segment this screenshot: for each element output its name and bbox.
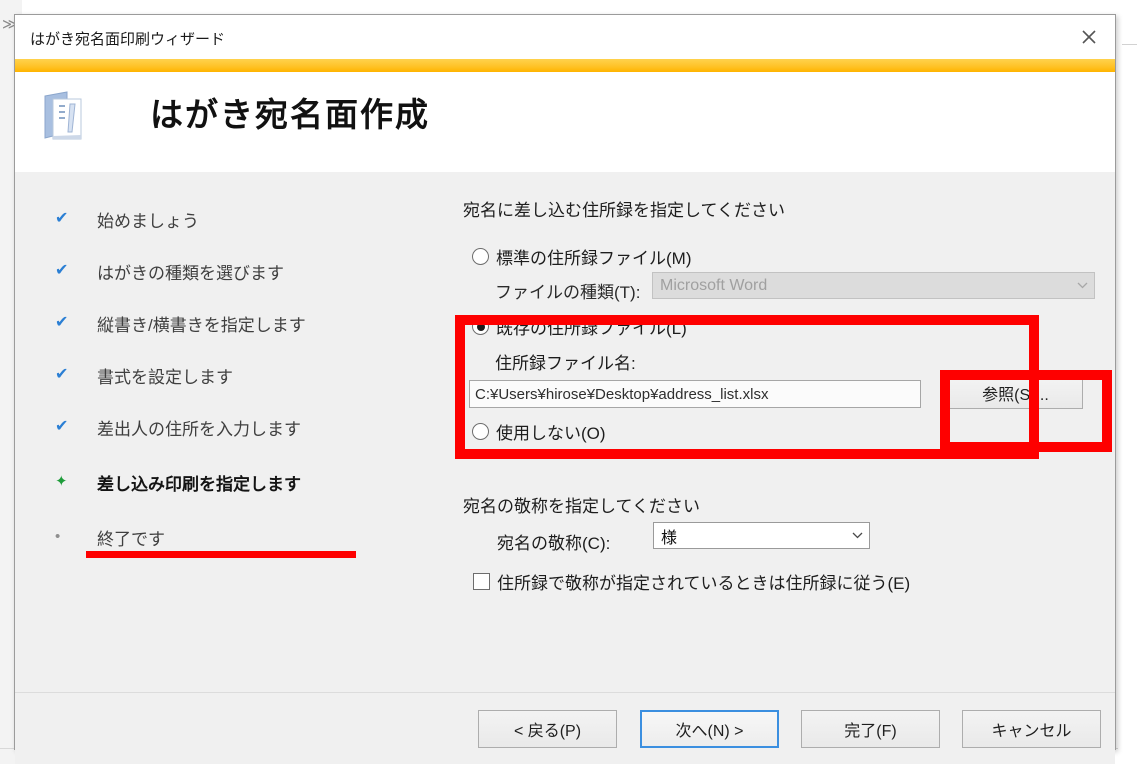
file-type-dropdown[interactable]: Microsoft Word (652, 272, 1095, 299)
postcard-address-wizard-dialog: はがき宛名面印刷ウィザード はがき宛名面作成 ✔ 始めましょう ✔ はがきの種類… (14, 14, 1116, 764)
check-icon: ✔ (55, 314, 69, 331)
sidebar-step-label: 縦書き/横書きを指定します (97, 315, 306, 335)
honorific-dropdown[interactable]: 様 (653, 522, 870, 549)
word-document-icon (41, 90, 87, 144)
close-button[interactable] (1063, 15, 1115, 59)
dialog-body: ✔ 始めましょう ✔ はがきの種類を選びます ✔ 縦書き/横書きを指定します ✔… (15, 172, 1115, 692)
accent-bar (15, 59, 1115, 72)
radio-existing-address-file[interactable]: 既存の住所録ファイル(L) (472, 314, 687, 339)
chevron-down-icon (1070, 282, 1094, 289)
address-file-path-input[interactable]: C:¥Users¥hirose¥Desktop¥address_list.xls… (469, 380, 921, 408)
background-panel-right (1118, 0, 1137, 764)
radio-icon (472, 423, 489, 440)
window-title: はがき宛名面印刷ウィザード (30, 31, 226, 48)
annotation-underline-current-step (86, 551, 356, 558)
radio-icon (472, 248, 489, 265)
wizard-steps-sidebar: ✔ 始めましょう ✔ はがきの種類を選びます ✔ 縦書き/横書きを指定します ✔… (15, 172, 425, 692)
header-area: はがき宛名面作成 (15, 72, 1115, 172)
radio-label: 既存の住所録ファイル(L) (496, 319, 687, 338)
follow-address-book-honorific-checkbox[interactable]: 住所録で敬称が指定されているときは住所録に従う(E) (473, 569, 910, 594)
close-icon (1079, 27, 1099, 47)
sidebar-step-card-type[interactable]: ✔ はがきの種類を選びます (55, 258, 284, 284)
honorific-value: 様 (661, 529, 678, 547)
checkbox-label: 住所録で敬称が指定されているときは住所録に従う(E) (497, 574, 911, 593)
sidebar-step-format[interactable]: ✔ 書式を設定します (55, 362, 233, 388)
sidebar-step-start[interactable]: ✔ 始めましょう (55, 206, 199, 232)
sidebar-step-sender-address[interactable]: ✔ 差出人の住所を入力します (55, 414, 301, 440)
background-divider-right (1122, 44, 1137, 45)
radio-label: 標準の住所録ファイル(M) (496, 249, 692, 268)
check-icon: ✔ (55, 210, 69, 227)
sidebar-step-orientation[interactable]: ✔ 縦書き/横書きを指定します (55, 310, 306, 336)
title-bar: はがき宛名面印刷ウィザード (15, 15, 1115, 59)
checkbox-icon (473, 573, 490, 590)
honorific-prompt: 宛名の敬称を指定してください (463, 497, 700, 516)
check-icon: ✔ (55, 418, 69, 435)
sidebar-step-label: 終了です (97, 529, 165, 549)
address-file-name-label: 住所録ファイル名: (495, 354, 636, 373)
honorific-label: 宛名の敬称(C): (497, 534, 611, 553)
browse-button[interactable]: 参照(S)... (948, 377, 1083, 409)
next-button[interactable]: 次へ(N) > (640, 710, 779, 748)
back-button[interactable]: < 戻る(P) (478, 710, 617, 748)
sidebar-step-label: はがきの種類を選びます (97, 263, 284, 283)
bullet-icon: • (55, 528, 61, 545)
radio-icon (472, 318, 489, 335)
check-icon: ✔ (55, 262, 69, 279)
sidebar-step-label: 差出人の住所を入力します (97, 419, 301, 439)
page-title: はがき宛名面作成 (150, 96, 430, 133)
sidebar-step-label: 差し込み印刷を指定します (97, 474, 301, 494)
finish-button[interactable]: 完了(F) (801, 710, 940, 748)
cancel-button[interactable]: キャンセル (962, 710, 1101, 748)
sidebar-step-label: 書式を設定します (97, 367, 233, 387)
address-source-prompt: 宛名に差し込む住所録を指定してください (463, 201, 785, 220)
radio-standard-address-file[interactable]: 標準の住所録ファイル(M) (472, 244, 691, 269)
file-type-label: ファイルの種類(T): (495, 283, 641, 302)
radio-no-address-file[interactable]: 使用しない(O) (472, 419, 606, 444)
current-step-arrow-icon: ✦ (55, 473, 68, 490)
sidebar-step-finish[interactable]: • 終了です (55, 524, 165, 550)
radio-label: 使用しない(O) (496, 424, 606, 443)
wizard-content-panel: 宛名に差し込む住所録を指定してください 標準の住所録ファイル(M) ファイルの種… (425, 172, 1117, 692)
sidebar-step-label: 始めましょう (97, 211, 199, 231)
check-icon: ✔ (55, 366, 69, 383)
sidebar-step-mail-merge[interactable]: ✦ 差し込み印刷を指定します (55, 469, 301, 495)
file-type-value: Microsoft Word (660, 276, 768, 294)
chevron-down-icon (845, 532, 869, 539)
dialog-footer: < 戻る(P) 次へ(N) > 完了(F) キャンセル (15, 692, 1115, 764)
